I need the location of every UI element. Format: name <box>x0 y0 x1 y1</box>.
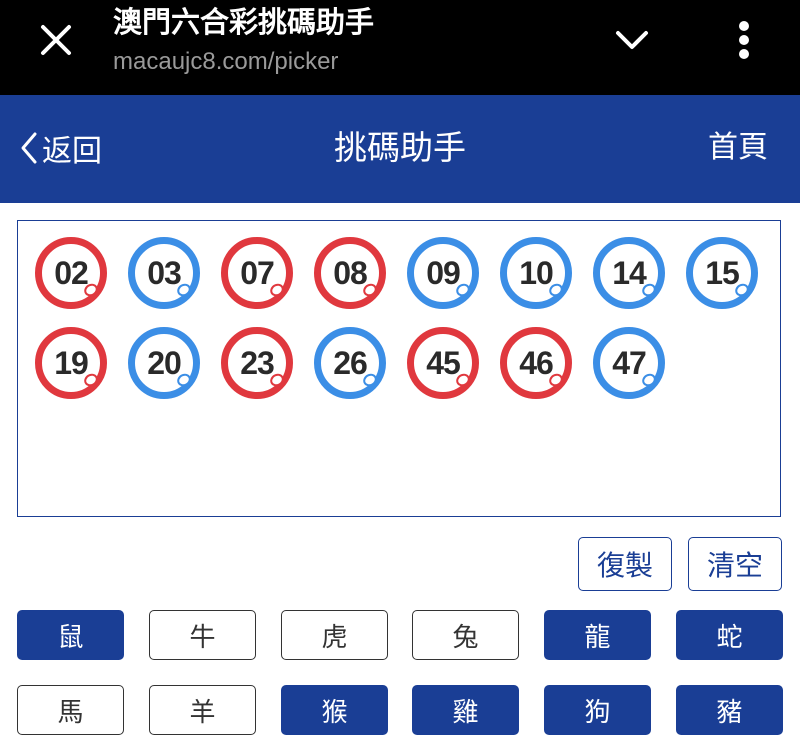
back-button[interactable]: 返回 <box>18 125 102 171</box>
number-ball-value: 19 <box>54 344 89 381</box>
number-ball-value: 02 <box>54 254 89 291</box>
zodiac-monkey-button[interactable]: 猴 <box>281 685 388 735</box>
chevron-left-icon <box>21 132 37 164</box>
number-ball-value: 10 <box>519 254 554 291</box>
number-ball[interactable]: 10 <box>500 237 572 309</box>
zodiac-tiger-button[interactable]: 虎 <box>281 610 388 660</box>
number-ball[interactable]: 03 <box>128 237 200 309</box>
number-ball[interactable]: 14 <box>593 237 665 309</box>
collapse-button[interactable] <box>608 18 656 62</box>
number-ball[interactable]: 15 <box>686 237 758 309</box>
number-ball[interactable]: 47 <box>593 327 665 399</box>
zodiac-rat-button[interactable]: 鼠 <box>17 610 124 660</box>
number-ball[interactable]: 46 <box>500 327 572 399</box>
number-ball-value: 15 <box>705 254 740 291</box>
page-title: 挑碼助手 <box>334 128 466 167</box>
number-ball[interactable]: 20 <box>128 327 200 399</box>
browser-url: macaujc8.com/picker <box>113 48 339 75</box>
number-ball[interactable]: 26 <box>314 327 386 399</box>
close-icon <box>41 25 71 55</box>
chevron-down-icon <box>616 31 648 49</box>
app-header: 返回 挑碼助手 首頁 <box>0 95 800 203</box>
number-ball-value: 20 <box>147 344 182 381</box>
zodiac-horse-button[interactable]: 馬 <box>17 685 124 735</box>
number-ball-list: 02 03 07 08 09 10 14 15 19 20 23 26 45 46 47 <box>35 237 775 399</box>
zodiac-dragon-button[interactable]: 龍 <box>544 610 651 660</box>
number-ball-value: 47 <box>612 344 647 381</box>
browser-toolbar: 澳門六合彩挑碼助手 macaujc8.com/picker <box>0 0 800 95</box>
number-ball[interactable]: 19 <box>35 327 107 399</box>
zodiac-pig-button[interactable]: 豬 <box>676 685 783 735</box>
back-label: 返回 <box>42 134 102 169</box>
zodiac-rabbit-button[interactable]: 兔 <box>412 610 519 660</box>
browser-page-title: 澳門六合彩挑碼助手 <box>113 5 375 39</box>
number-ball-value: 03 <box>147 254 182 291</box>
number-ball-value: 08 <box>333 254 368 291</box>
close-button[interactable] <box>34 18 78 62</box>
number-ball[interactable]: 23 <box>221 327 293 399</box>
copy-button[interactable]: 復製 <box>578 537 672 591</box>
number-ball-value: 09 <box>426 254 461 291</box>
number-ball-value: 23 <box>240 344 275 381</box>
clear-button[interactable]: 清空 <box>688 537 782 591</box>
number-ball[interactable]: 02 <box>35 237 107 309</box>
number-ball-value: 07 <box>240 254 275 291</box>
number-ball-value: 46 <box>519 344 554 381</box>
number-ball[interactable]: 09 <box>407 237 479 309</box>
number-ball[interactable]: 08 <box>314 237 386 309</box>
zodiac-snake-button[interactable]: 蛇 <box>676 610 783 660</box>
number-ball[interactable]: 45 <box>407 327 479 399</box>
zodiac-goat-button[interactable]: 羊 <box>149 685 256 735</box>
zodiac-rooster-button[interactable]: 雞 <box>412 685 519 735</box>
number-ball-value: 14 <box>612 254 647 291</box>
picked-numbers-panel: 02 03 07 08 09 10 14 15 19 20 23 26 45 46 47 <box>17 220 781 517</box>
home-button[interactable]: 首頁 <box>708 125 768 171</box>
number-ball[interactable]: 07 <box>221 237 293 309</box>
zodiac-ox-button[interactable]: 牛 <box>149 610 256 660</box>
number-ball-value: 45 <box>426 344 461 381</box>
more-options-button[interactable] <box>722 14 766 66</box>
zodiac-dog-button[interactable]: 狗 <box>544 685 651 735</box>
more-vert-icon <box>739 21 749 59</box>
number-ball-value: 26 <box>333 344 368 381</box>
